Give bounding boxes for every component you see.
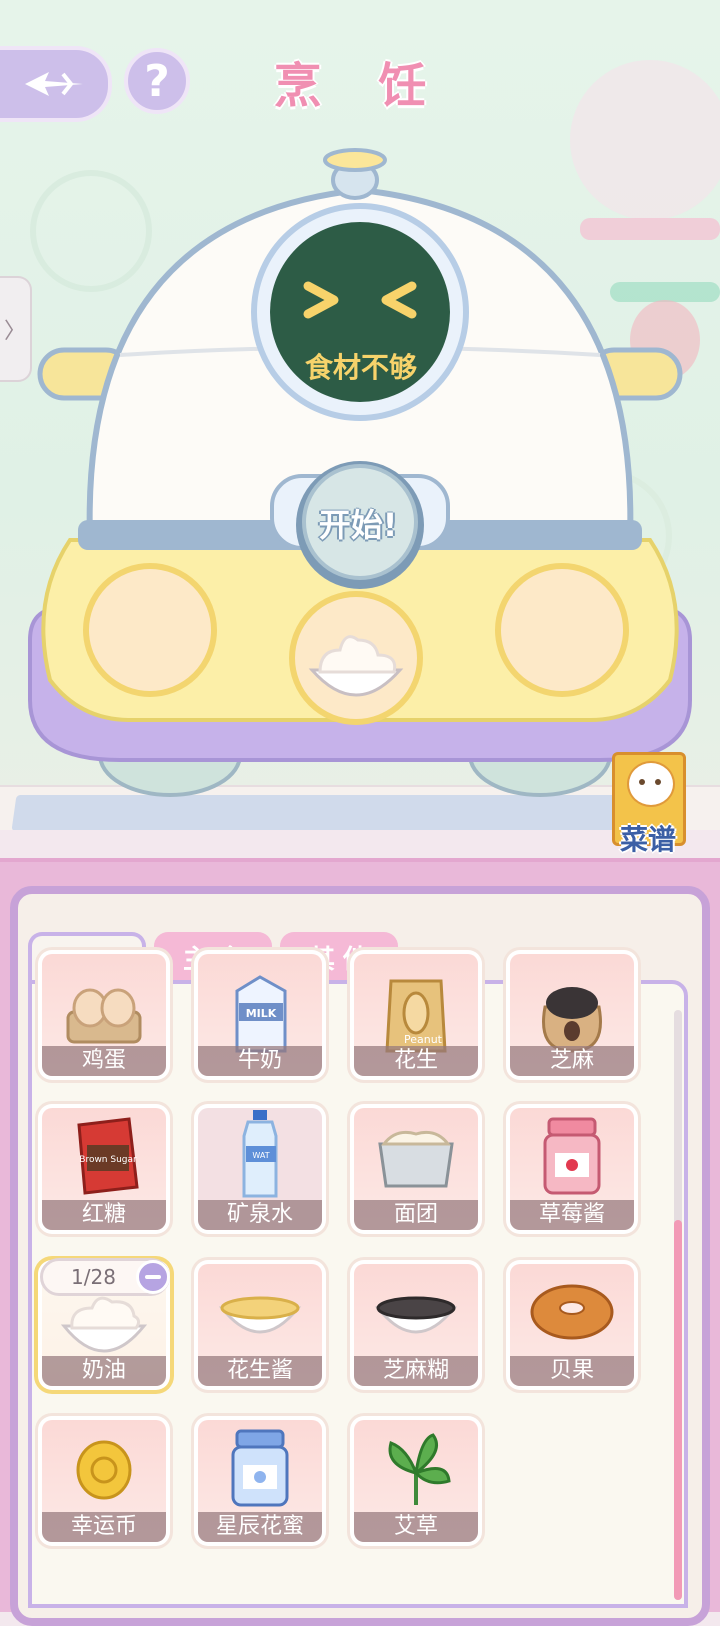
ingredient-dough[interactable]: 面团 [350, 1104, 482, 1234]
milk-carton-text: MILK [246, 1007, 277, 1020]
water-bottle-icon: WAT [242, 1110, 278, 1198]
recipe-book-label[interactable]: 菜谱 [604, 818, 692, 858]
ingredient-name: 芝麻 [510, 1046, 634, 1076]
ingredient-strawberry-jam[interactable]: 草莓酱 [506, 1104, 638, 1234]
ingredient-name: 艾草 [354, 1512, 478, 1542]
ingredient-slot-3[interactable] [495, 563, 629, 697]
scrollbar-thumb[interactable] [674, 1220, 682, 1600]
ingredient-name: 红糖 [42, 1200, 166, 1230]
ingredient-name: 花生 [354, 1046, 478, 1076]
ingredient-sesame[interactable]: 芝麻 [506, 950, 638, 1080]
peanut-bag-icon: Peanut [385, 979, 447, 1053]
back-arrow-icon [25, 72, 83, 96]
milk-carton-icon: MILK [235, 975, 287, 1053]
ingredient-sesame-paste[interactable]: 芝麻糊 [350, 1260, 482, 1390]
chevron-right-icon: 〉 [3, 319, 26, 344]
ingredient-name: 幸运币 [42, 1512, 166, 1542]
cooking-machine [28, 148, 692, 797]
ingredient-eggs[interactable]: 鸡蛋 [38, 950, 170, 1080]
honey-jar-icon [231, 1429, 289, 1507]
peanut-bag-text: Peanut [404, 1033, 443, 1046]
ingredient-bagel[interactable]: 贝果 [506, 1260, 638, 1390]
machine-status-text: 食材不够 [304, 351, 417, 384]
remove-ingredient-button[interactable] [136, 1260, 170, 1294]
back-button[interactable] [0, 46, 112, 122]
ingredient-name: 面团 [354, 1200, 478, 1230]
sesame-sack-icon [542, 987, 602, 1053]
cat-chef-icon [627, 761, 675, 807]
page-title: 烹 饪 [273, 58, 447, 114]
brown-sugar-bag-icon: Brown Sugar [77, 1117, 139, 1195]
ingredient-brown-sugar[interactable]: Brown Sugar 红糖 [38, 1104, 170, 1234]
help-button[interactable]: ? [124, 48, 190, 114]
ingredient-milk[interactable]: MILK 牛奶 [194, 950, 326, 1080]
eggs-icon [66, 988, 142, 1044]
ingredient-name: 草莓酱 [510, 1200, 634, 1230]
side-drawer-toggle[interactable]: 〉 [0, 276, 32, 382]
bagel-icon [530, 1284, 614, 1340]
mugwort-leaf-icon [388, 1433, 451, 1505]
ingredient-star-honey[interactable]: 星辰花蜜 [194, 1416, 326, 1546]
lucky-coin-icon [76, 1440, 132, 1500]
ingredient-slot-1[interactable] [83, 563, 217, 697]
strawberry-jam-icon [543, 1117, 601, 1195]
ingredient-mugwort[interactable]: 艾草 [350, 1416, 482, 1546]
peanut-butter-bowl-icon [218, 1296, 302, 1334]
ingredient-name: 矿泉水 [198, 1200, 322, 1230]
water-bottle-text: WAT [252, 1151, 269, 1160]
ingredient-name: 鸡蛋 [42, 1046, 166, 1076]
brown-sugar-text: Brown Sugar [79, 1155, 137, 1165]
ingredient-name: 星辰花蜜 [198, 1512, 322, 1542]
ingredient-name: 牛奶 [198, 1046, 322, 1076]
ingredient-peanut[interactable]: Peanut 花生 [350, 950, 482, 1080]
start-button[interactable]: 开始! [296, 500, 420, 546]
ingredient-name: 花生酱 [198, 1356, 322, 1386]
ingredient-name: 贝果 [510, 1356, 634, 1386]
cream-bowl-icon [60, 1296, 148, 1353]
ingredient-lucky-coin[interactable]: 幸运币 [38, 1416, 170, 1546]
ingredient-mineral-water[interactable]: WAT 矿泉水 [194, 1104, 326, 1234]
ingredient-peanut-butter[interactable]: 花生酱 [194, 1260, 326, 1390]
dough-pan-icon [378, 1130, 454, 1188]
ingredient-name: 芝麻糊 [354, 1356, 478, 1386]
ingredient-name: 奶油 [42, 1356, 166, 1386]
sesame-paste-bowl-icon [374, 1296, 458, 1334]
